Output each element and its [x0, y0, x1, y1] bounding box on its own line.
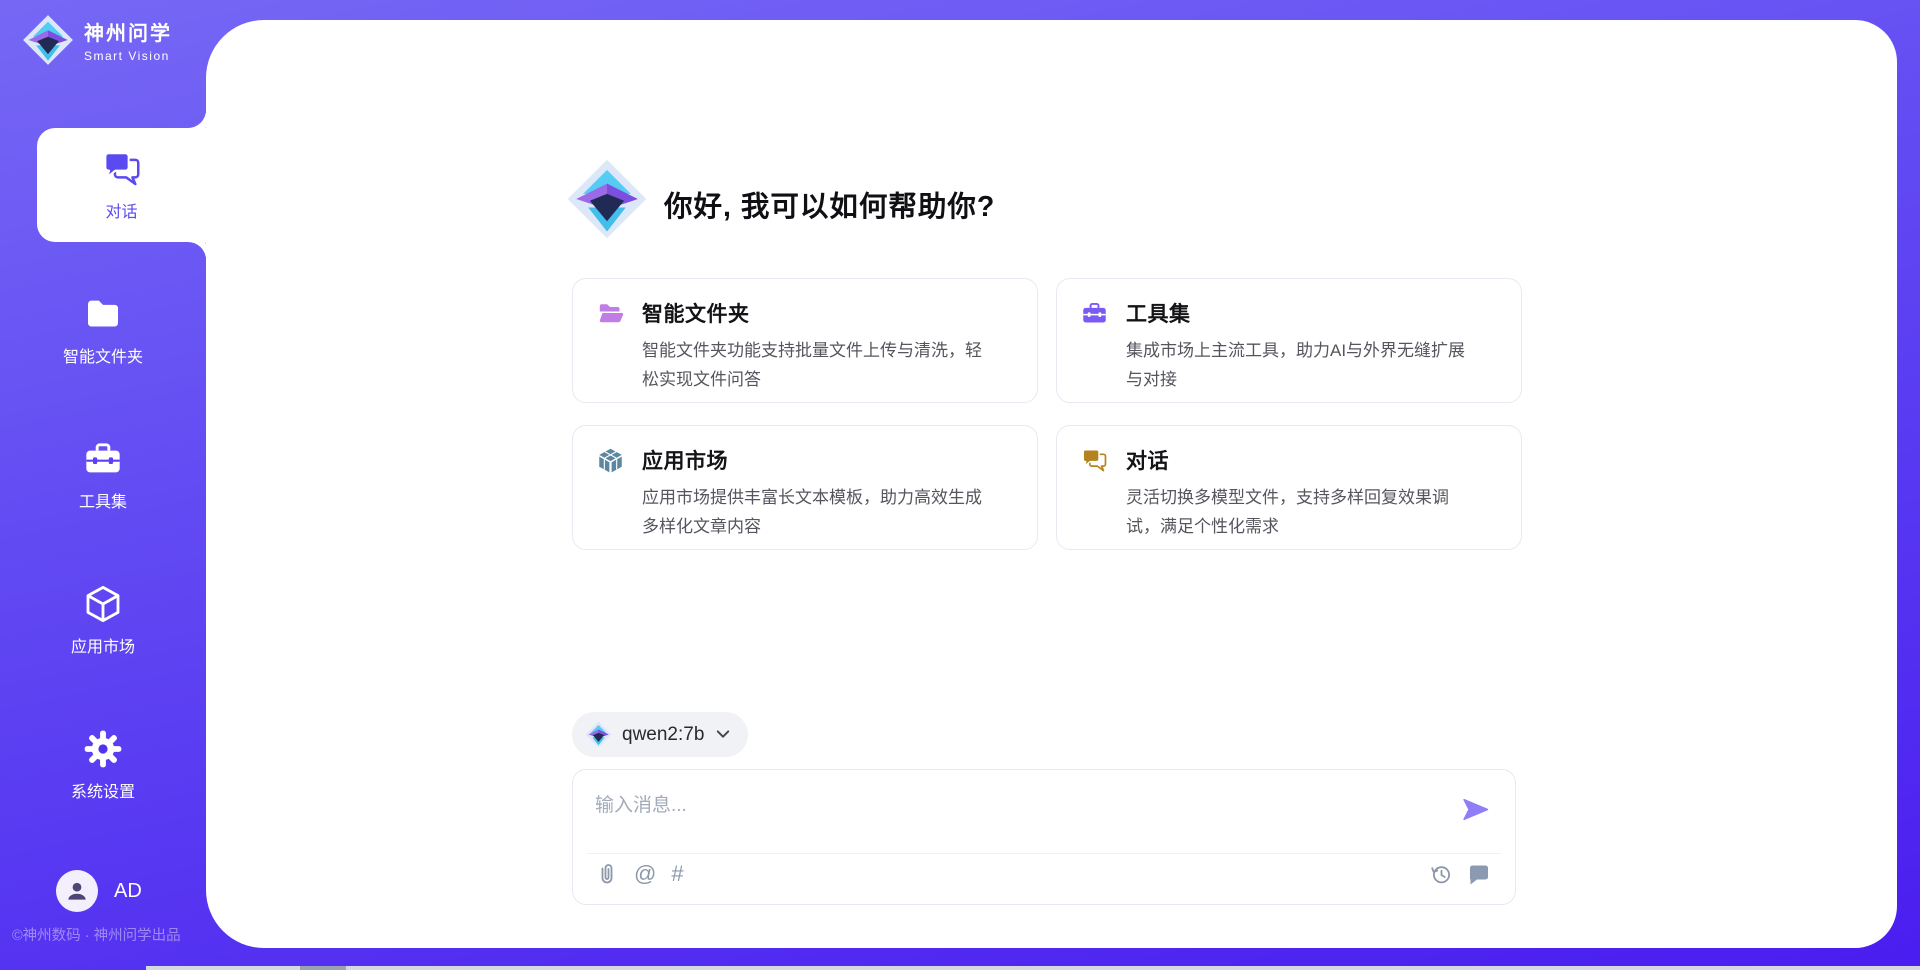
sidebar-item-settings[interactable]: 系统设置 [0, 708, 206, 822]
send-icon[interactable] [1461, 795, 1490, 824]
card-chat[interactable]: 对话 灵活切换多模型文件，支持多样回复效果调试，满足个性化需求 [1056, 425, 1522, 550]
brand-name: 神州问学 [84, 17, 172, 46]
sidebar-item-smart-folder[interactable]: 智能文件夹 [0, 273, 206, 387]
chat-icon [102, 149, 142, 189]
chat-bubble-icon[interactable] [1467, 862, 1491, 886]
message-composer: @ # [572, 769, 1516, 905]
card-smart-folder[interactable]: 智能文件夹 智能文件夹功能支持批量文件上传与清洗，轻松实现文件问答 [572, 278, 1038, 403]
card-description: 应用市场提供丰富长文本模板，助力高效生成多样化文章内容 [642, 484, 994, 541]
brand: 神州问学 Smart Vision [22, 14, 172, 66]
folder-icon [83, 294, 123, 334]
greeting-title: 你好, 我可以如何帮助你? [664, 184, 995, 225]
card-app-market[interactable]: 应用市场 应用市场提供丰富长文本模板，助力高效生成多样化文章内容 [572, 425, 1038, 550]
model-selector[interactable]: qwen2:7b [572, 712, 748, 757]
cube-icon [83, 584, 123, 624]
sidebar-item-label: 智能文件夹 [63, 343, 143, 367]
sidebar-item-toolset[interactable]: 工具集 [0, 418, 206, 532]
card-description: 集成市场上主流工具，助力AI与外界无缝扩展与对接 [1126, 337, 1478, 394]
card-title: 工具集 [1126, 298, 1478, 328]
sidebar-item-label: 对话 [105, 198, 137, 222]
composer-toolbar: @ # [595, 862, 684, 886]
app-logo-large [566, 158, 648, 240]
card-title: 应用市场 [642, 445, 994, 475]
brand-subtitle: Smart Vision [84, 49, 172, 63]
main-panel: 你好, 我可以如何帮助你? 智能文件夹 智能文件夹功能支持批量文件上传与清洗，轻… [206, 20, 1897, 948]
card-title: 对话 [1126, 445, 1478, 475]
chevron-down-icon[interactable] [716, 730, 730, 739]
chat-icon [1081, 447, 1108, 474]
card-toolset[interactable]: 工具集 集成市场上主流工具，助力AI与外界无缝扩展与对接 [1056, 278, 1522, 403]
window-bottom-edge-segment [300, 966, 346, 970]
card-description: 智能文件夹功能支持批量文件上传与清洗，轻松实现文件问答 [642, 337, 994, 394]
sidebar-item-label: 应用市场 [71, 633, 135, 657]
brand-logo-icon [22, 14, 74, 66]
card-description: 灵活切换多模型文件，支持多样回复效果调试，满足个性化需求 [1126, 484, 1478, 541]
grid-cube-icon [597, 447, 624, 474]
toolbox-icon [83, 439, 123, 479]
sidebar-item-chat[interactable]: 对话 [37, 128, 206, 242]
sidebar-item-label: 工具集 [79, 488, 127, 512]
sidebar-item-label: 系统设置 [71, 778, 135, 802]
feature-cards: 智能文件夹 智能文件夹功能支持批量文件上传与清洗，轻松实现文件问答 工具集 集成… [572, 278, 1522, 550]
toolbox-icon [1081, 300, 1108, 327]
composer-toolbar-right [1429, 862, 1491, 886]
folder-open-icon [597, 300, 624, 327]
gear-icon [83, 729, 123, 769]
person-icon [64, 878, 90, 904]
model-name: qwen2:7b [622, 724, 704, 746]
user-name: AD [114, 880, 142, 903]
card-title: 智能文件夹 [642, 298, 994, 328]
avatar[interactable] [56, 870, 98, 912]
paperclip-icon[interactable] [595, 862, 619, 886]
copyright-text: ©神州数码 · 神州问学出品 [12, 924, 181, 945]
hashtag-icon[interactable]: # [671, 862, 683, 886]
window-bottom-edge [146, 966, 1920, 970]
user-account[interactable]: AD [56, 870, 142, 912]
composer-divider [587, 853, 1501, 854]
app-window: 你好, 我可以如何帮助你? 智能文件夹 智能文件夹功能支持批量文件上传与清洗，轻… [0, 0, 1920, 970]
message-input[interactable] [595, 786, 1435, 826]
sidebar-item-app-market[interactable]: 应用市场 [0, 563, 206, 677]
mention-icon[interactable]: @ [634, 862, 656, 886]
history-icon[interactable] [1429, 862, 1453, 886]
sidebar: 神州问学 Smart Vision 对话 智能文件夹 工具集 应用市场 系统设置 [0, 0, 206, 970]
model-logo-icon [585, 721, 612, 748]
